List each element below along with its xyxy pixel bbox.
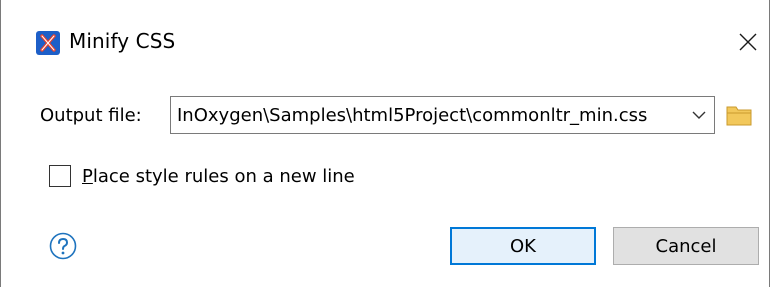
folder-icon (726, 106, 752, 126)
help-icon (49, 232, 77, 260)
close-button[interactable] (735, 27, 761, 57)
cancel-button[interactable]: Cancel (613, 227, 759, 265)
oxygen-x-icon (36, 31, 60, 55)
ok-button[interactable]: OK (450, 227, 596, 265)
checkbox-label-text: lace style rules on a new line (92, 166, 355, 187)
output-file-label: Output file: (40, 105, 142, 126)
help-button[interactable] (49, 232, 77, 260)
minify-css-dialog: Minify CSS Output file: InOxygen\Samples… (0, 0, 770, 287)
new-line-checkbox-label[interactable]: Place style rules on a new line (82, 166, 355, 187)
mnemonic-letter: P (82, 166, 93, 187)
dialog-title: Minify CSS (69, 29, 176, 53)
new-line-checkbox[interactable] (49, 165, 71, 187)
output-file-value[interactable]: InOxygen\Samples\html5Project\commonltr_… (177, 105, 647, 126)
close-icon (739, 33, 757, 51)
chevron-down-icon[interactable] (691, 107, 707, 123)
browse-folder-button[interactable] (726, 104, 752, 126)
title-bar: Minify CSS (1, 0, 769, 90)
output-file-combobox[interactable]: InOxygen\Samples\html5Project\commonltr_… (170, 96, 715, 134)
